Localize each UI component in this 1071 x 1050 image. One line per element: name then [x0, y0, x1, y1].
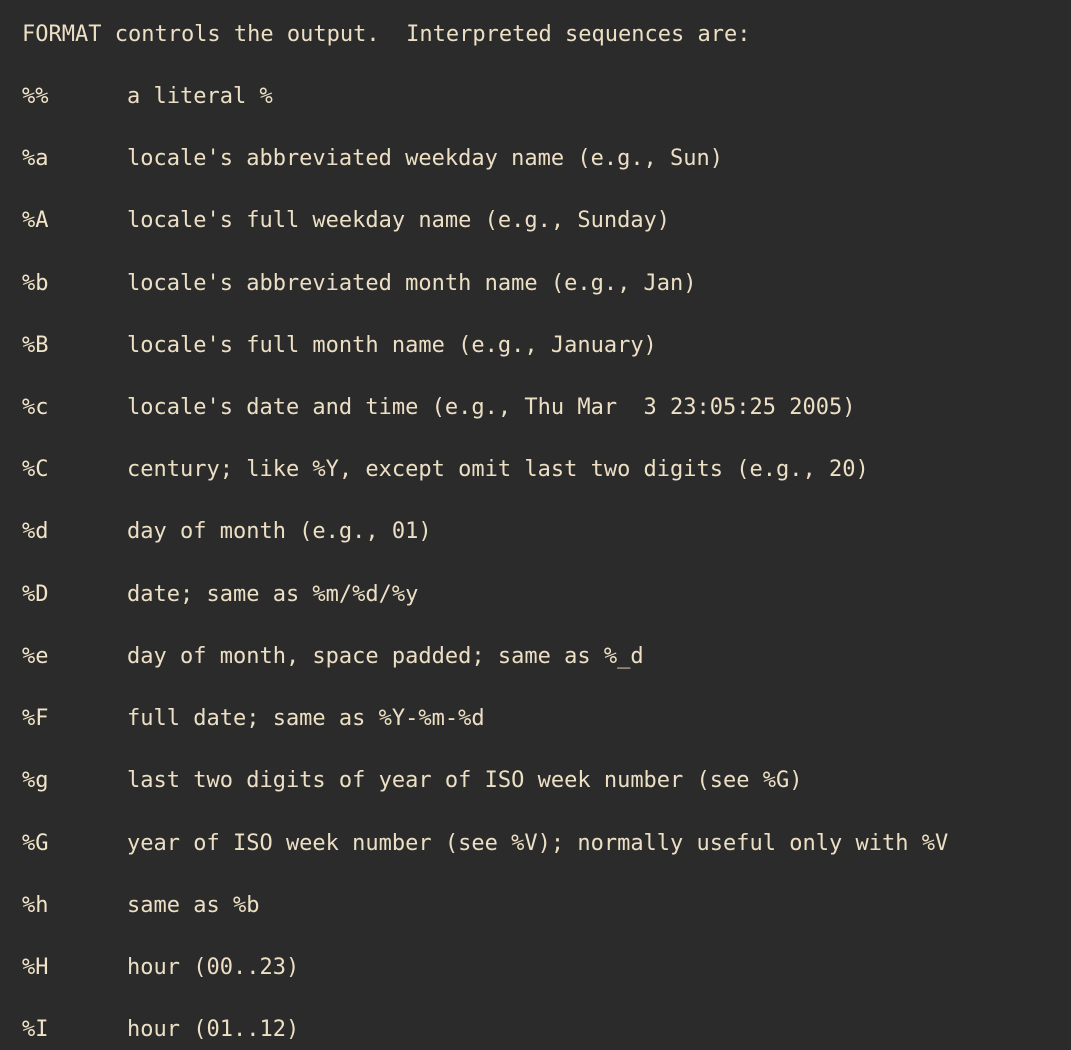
format-spec: %C: [22, 457, 49, 482]
format-description: same as %b: [127, 893, 260, 918]
format-description: locale's abbreviated weekday name (e.g.,…: [127, 146, 724, 171]
format-spec: %B: [22, 333, 49, 358]
format-description: locale's abbreviated month name (e.g., J…: [127, 271, 697, 296]
format-description: hour (00..23): [127, 955, 300, 980]
format-row-C-upper: %C century; like %Y, except omit last two…: [22, 454, 869, 486]
format-spec: %a: [22, 146, 49, 171]
format-spec: %h: [22, 893, 49, 918]
format-description: last two digits of year of ISO week numb…: [127, 768, 803, 793]
format-spec: %%: [22, 84, 49, 109]
format-spec: %H: [22, 955, 49, 980]
format-description: locale's full weekday name (e.g., Sunday…: [127, 208, 671, 233]
format-row-h: %h same as %b: [22, 890, 259, 922]
format-intro-line: FORMAT controls the output. Interpreted …: [22, 22, 751, 47]
format-description: hour (01..12): [127, 1017, 300, 1042]
format-row-g: %g last two digits of year of ISO week nu…: [22, 765, 803, 797]
format-row-G-upper: %G year of ISO week number (see %V); norm…: [22, 828, 948, 860]
format-spec: %F: [22, 706, 49, 731]
format-description: a literal %: [127, 84, 273, 109]
format-description: full date; same as %Y-%m-%d: [127, 706, 485, 731]
format-spec: %D: [22, 582, 49, 607]
format-spec: %g: [22, 768, 49, 793]
format-spec: %e: [22, 644, 49, 669]
format-row-b: %b locale's abbreviated month name (e.g.,…: [22, 268, 697, 300]
format-row-H-upper: %H hour (00..23): [22, 952, 299, 984]
format-description: locale's full month name (e.g., January): [127, 333, 657, 358]
format-row-B-upper: %B locale's full month name (e.g., Januar…: [22, 330, 657, 362]
format-description: day of month (e.g., 01): [127, 519, 432, 544]
format-row-F-upper: %F full date; same as %Y-%m-%d: [22, 703, 485, 735]
format-description: century; like %Y, except omit last two d…: [127, 457, 869, 482]
format-row-d: %d day of month (e.g., 01): [22, 516, 432, 548]
format-row-percent: %% a literal %: [22, 81, 273, 113]
format-spec: %b: [22, 271, 49, 296]
format-row-c: %c locale's date and time (e.g., Thu Mar …: [22, 392, 855, 424]
format-description: locale's date and time (e.g., Thu Mar 3 …: [127, 395, 856, 420]
format-spec: %c: [22, 395, 49, 420]
format-description: year of ISO week number (see %V); normal…: [127, 831, 949, 856]
format-row-a: %a locale's abbreviated weekday name (e.g…: [22, 143, 723, 175]
format-spec: %G: [22, 831, 49, 856]
terminal-output: FORMAT controls the output. Interpreted …: [0, 0, 1071, 1050]
format-row-e: %e day of month, space padded; same as %_…: [22, 641, 644, 673]
format-spec: %A: [22, 208, 49, 233]
format-description: day of month, space padded; same as %_d: [127, 644, 644, 669]
format-spec: %I: [22, 1017, 49, 1042]
format-row-D-upper: %D date; same as %m/%d/%y: [22, 579, 418, 611]
format-spec: %d: [22, 519, 49, 544]
format-description: date; same as %m/%d/%y: [127, 582, 419, 607]
format-row-A-upper: %A locale's full weekday name (e.g., Sund…: [22, 205, 670, 237]
format-row-I-upper: %I hour (01..12): [22, 1014, 299, 1046]
